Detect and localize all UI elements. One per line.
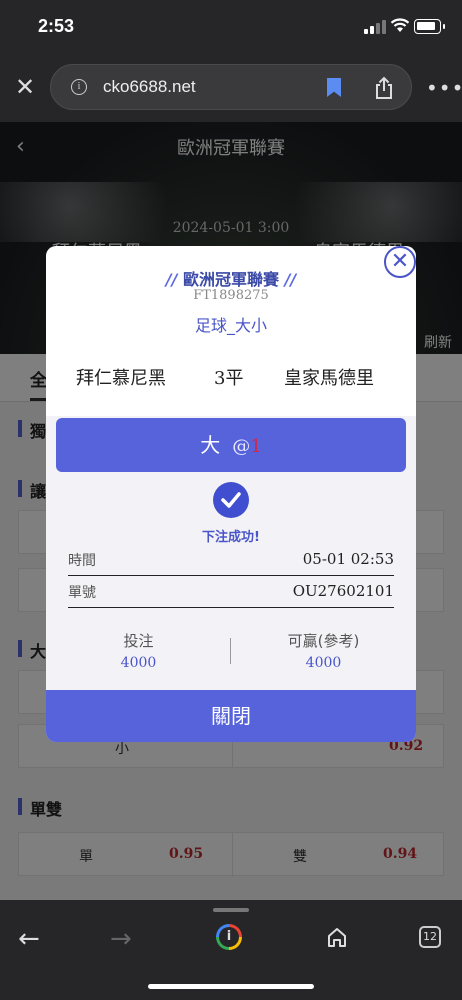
payout-stat: 可贏(參考) 4000: [231, 630, 416, 671]
url-text[interactable]: cko6688.net: [103, 77, 196, 97]
stake-value: 4000: [120, 655, 157, 671]
stats-divider: [230, 638, 231, 664]
browser-toolbar: ✕ i cko6688.net •••: [0, 56, 462, 122]
bet-selection: 大 @1: [56, 418, 406, 472]
battery-icon: [414, 19, 445, 34]
ticket-label: 單號: [68, 585, 96, 601]
site-info-icon[interactable]: i: [71, 79, 87, 95]
dialog-league: // 歐洲冠軍聯賽 //: [165, 270, 297, 289]
close-tab-icon[interactable]: ✕: [14, 75, 36, 99]
success-message: 下注成功!: [202, 530, 260, 545]
success-check-icon: [213, 482, 249, 518]
status-bar: 2:53: [0, 0, 462, 56]
ticket-number: OU27602101: [292, 582, 394, 600]
away-team: 皇家馬德里: [284, 368, 374, 389]
status-time: 2:53: [38, 16, 75, 36]
back-arrow-icon[interactable]: ←: [18, 924, 40, 954]
selection-odds: 1: [250, 436, 262, 457]
match-teams: 拜仁慕尼黑 3平 皇家馬德里: [46, 364, 416, 392]
close-dialog-button[interactable]: 關閉: [46, 690, 416, 742]
forward-arrow-icon[interactable]: →: [110, 924, 132, 954]
share-icon[interactable]: [373, 76, 395, 100]
selection-label: 大: [200, 433, 221, 457]
home-team: 拜仁慕尼黑: [76, 368, 166, 389]
bookmark-icon[interactable]: [327, 78, 341, 97]
wifi-icon: [390, 18, 410, 32]
time-label: 時間: [68, 553, 96, 569]
home-icon[interactable]: [326, 926, 348, 948]
tab-switcher-icon[interactable]: 12: [419, 926, 441, 948]
payout-label: 可贏(參考): [287, 632, 360, 650]
sheet-grabber[interactable]: [213, 908, 249, 912]
ticket-row: 單號 OU27602101: [68, 578, 394, 608]
home-indicator[interactable]: [148, 984, 314, 989]
more-options-icon[interactable]: •••: [426, 76, 462, 100]
handicap-line: 3平: [214, 368, 244, 389]
cellular-signal-icon: [364, 20, 386, 34]
dialog-league-name: 歐洲冠軍聯賽: [182, 270, 279, 289]
bet-type: 足球_大小: [194, 316, 267, 335]
close-dialog-icon[interactable]: ✕: [384, 246, 416, 278]
google-lens-icon[interactable]: i: [216, 924, 242, 950]
time-value: 05-01 02:53: [302, 550, 394, 568]
bet-amounts: 投注 4000 可贏(參考) 4000: [46, 630, 416, 678]
bet-confirmation-dialog: // 歐洲冠軍聯賽 // FT1898275 足球_大小 拜仁慕尼黑 3平 皇家…: [46, 246, 416, 742]
payout-value: 4000: [305, 655, 342, 671]
stake-label: 投注: [123, 632, 154, 650]
match-code: FT1898275: [193, 288, 269, 303]
address-bar[interactable]: i cko6688.net: [50, 64, 412, 110]
time-row: 時間 05-01 02:53: [68, 546, 394, 576]
stake-stat: 投注 4000: [46, 630, 231, 671]
